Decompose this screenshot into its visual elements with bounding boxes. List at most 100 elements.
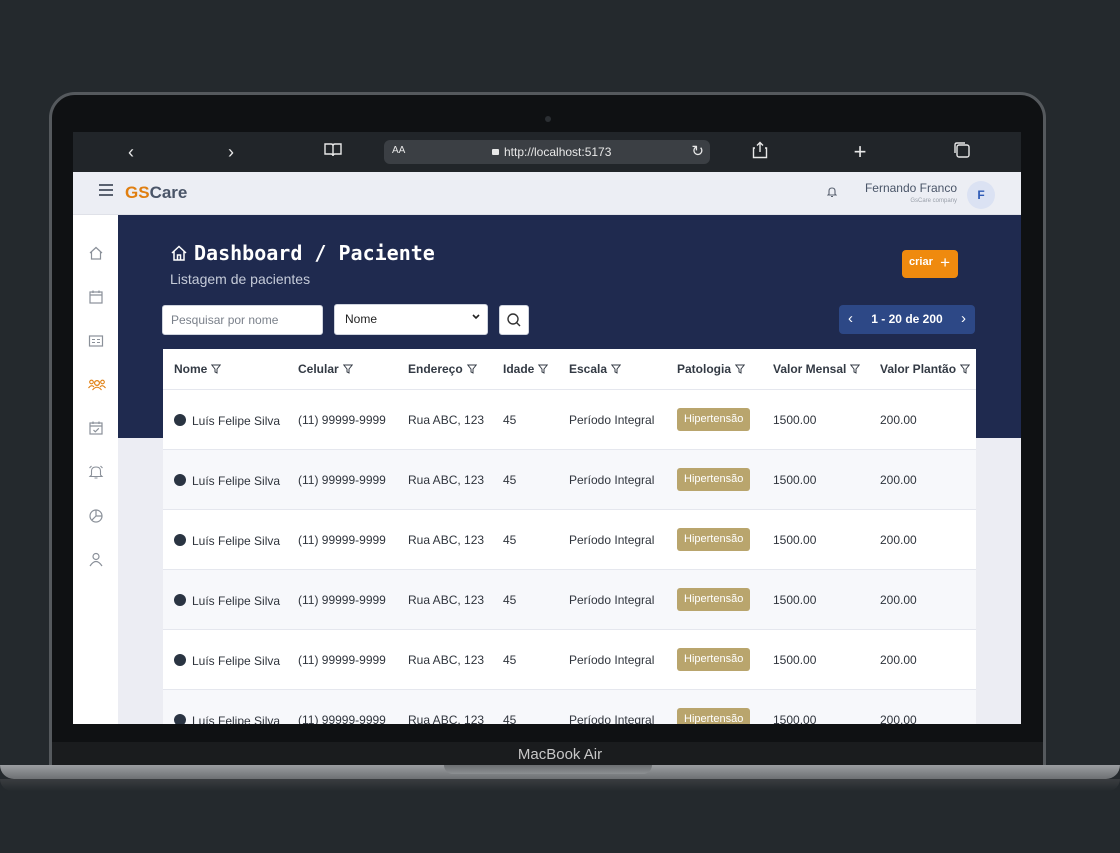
filter-icon[interactable] bbox=[342, 363, 353, 374]
table-row[interactable]: Luís Felipe Silva (11) 99999-9999 Rua ABC,… bbox=[163, 570, 976, 630]
calendar-icon[interactable] bbox=[88, 289, 104, 305]
home-breadcrumb-icon[interactable] bbox=[170, 243, 188, 261]
table-cell-escala: Período Integral bbox=[569, 413, 655, 427]
table-cell-nome: Luís Felipe Silva bbox=[174, 533, 280, 548]
filter-icon[interactable] bbox=[466, 363, 477, 374]
table-cell-endereco: Rua ABC, 123 bbox=[408, 473, 485, 487]
table-cell-idade: 45 bbox=[503, 533, 517, 547]
device-label: MacBook Air bbox=[517, 746, 603, 763]
bookmarks-icon[interactable] bbox=[322, 141, 344, 163]
table-cell-plantao: 200.00 bbox=[880, 653, 917, 667]
table-cell-mensal: 1500.00 bbox=[773, 593, 817, 607]
sidebar bbox=[73, 215, 118, 724]
table-cell-idade: 45 bbox=[503, 713, 517, 724]
next-page-icon[interactable]: › bbox=[961, 310, 966, 327]
reload-icon[interactable]: ↻ bbox=[691, 142, 704, 160]
tabs-overview-icon[interactable] bbox=[951, 141, 973, 163]
table-cell-nome: Luís Felipe Silva bbox=[174, 413, 280, 428]
table-row[interactable]: Luís Felipe Silva (11) 99999-9999 Rua ABC,… bbox=[163, 690, 976, 724]
table-cell-plantao: 200.00 bbox=[880, 593, 917, 607]
patients-icon[interactable] bbox=[88, 377, 106, 393]
column-header[interactable]: Celular bbox=[298, 362, 353, 376]
pagination-range: 1 - 20 de 200 bbox=[871, 312, 943, 326]
user-name: Fernando Franco bbox=[864, 181, 957, 195]
forward-icon[interactable]: › bbox=[220, 141, 242, 163]
alarm-bell-icon[interactable] bbox=[88, 464, 104, 480]
table-cell-idade: 45 bbox=[503, 653, 517, 667]
table-cell-escala: Período Integral bbox=[569, 473, 655, 487]
table-cell-celular: (11) 99999-9999 bbox=[298, 413, 386, 427]
calendar-check-icon[interactable] bbox=[88, 420, 104, 436]
filter-icon[interactable] bbox=[538, 363, 549, 374]
address-bar[interactable]: AA http://localhost:5173 ↻ bbox=[384, 140, 710, 164]
pathology-badge: Hipertensão bbox=[677, 588, 751, 611]
home-icon[interactable] bbox=[88, 245, 104, 261]
app-logo[interactable]: GSCare bbox=[125, 183, 187, 203]
filter-icon[interactable] bbox=[959, 363, 971, 374]
table-cell-celular: (11) 99999-9999 bbox=[298, 713, 386, 724]
patient-name: Luís Felipe Silva bbox=[192, 714, 281, 724]
filter-icon[interactable] bbox=[211, 363, 222, 374]
table-row[interactable]: Luís Felipe Silva (11) 99999-9999 Rua ABC,… bbox=[163, 510, 976, 570]
pagination: ‹ 1 - 20 de 200 › bbox=[839, 305, 975, 334]
filter-icon[interactable] bbox=[610, 363, 622, 374]
patient-name: Luís Felipe Silva bbox=[192, 654, 281, 668]
table-cell-nome: Luís Felipe Silva bbox=[174, 713, 280, 724]
avatar[interactable]: F bbox=[967, 181, 995, 209]
patient-avatar-icon bbox=[174, 474, 186, 486]
patient-name: Luís Felipe Silva bbox=[192, 414, 281, 428]
search-icon bbox=[507, 313, 521, 327]
column-header[interactable]: Escala bbox=[569, 362, 622, 376]
table-cell-idade: 45 bbox=[503, 593, 517, 607]
table-cell-plantao: 200.00 bbox=[880, 413, 917, 427]
table-cell-nome: Luís Felipe Silva bbox=[174, 473, 280, 488]
url-text: http://localhost:5173 bbox=[492, 145, 611, 159]
table-cell-escala: Período Integral bbox=[569, 593, 655, 607]
table-cell-escala: Período Integral bbox=[569, 653, 655, 667]
reader-mode-label[interactable]: AA bbox=[392, 145, 405, 156]
back-icon[interactable]: ‹ bbox=[120, 141, 142, 163]
filter-icon[interactable] bbox=[850, 363, 861, 374]
user-icon[interactable] bbox=[88, 551, 104, 567]
id-card-icon[interactable] bbox=[88, 333, 104, 349]
search-input[interactable]: Pesquisar por nome bbox=[162, 305, 323, 335]
column-header[interactable]: Valor Mensal bbox=[773, 362, 861, 376]
table-cell-mensal: 1500.00 bbox=[773, 413, 817, 427]
share-icon[interactable] bbox=[749, 141, 771, 163]
lock-icon bbox=[492, 149, 499, 155]
column-header[interactable]: Nome bbox=[174, 362, 222, 376]
laptop-base-shadow bbox=[0, 779, 1120, 791]
column-header[interactable]: Idade bbox=[503, 362, 549, 376]
column-header-label: Patologia bbox=[677, 362, 732, 376]
patient-name: Luís Felipe Silva bbox=[192, 534, 281, 548]
table-cell-endereco: Rua ABC, 123 bbox=[408, 533, 485, 547]
browser-toolbar: ‹ › AA http://localhost:5173 ↻ + bbox=[73, 132, 1021, 172]
column-header-label: Escala bbox=[569, 362, 608, 376]
column-header[interactable]: Endereço bbox=[408, 362, 477, 376]
new-tab-icon[interactable]: + bbox=[849, 141, 871, 163]
pie-chart-icon[interactable] bbox=[88, 508, 104, 524]
column-header[interactable]: Patologia bbox=[677, 362, 746, 376]
search-button[interactable] bbox=[499, 305, 529, 335]
table-cell-plantao: 200.00 bbox=[880, 473, 917, 487]
table-cell-celular: (11) 99999-9999 bbox=[298, 653, 386, 667]
filter-icon[interactable] bbox=[734, 363, 746, 374]
table-cell-endereco: Rua ABC, 123 bbox=[408, 653, 485, 667]
patients-table: Nome Celular Endereço Idade Escala Patologia V… bbox=[163, 349, 976, 724]
plus-icon: + bbox=[940, 253, 950, 272]
menu-icon[interactable] bbox=[99, 184, 113, 196]
notification-bell-icon[interactable] bbox=[826, 186, 838, 201]
select-value: Nome bbox=[345, 312, 378, 326]
table-cell-celular: (11) 99999-9999 bbox=[298, 533, 386, 547]
search-field-select[interactable]: Nome bbox=[334, 304, 488, 335]
table-cell-nome: Luís Felipe Silva bbox=[174, 593, 280, 608]
table-row[interactable]: Luís Felipe Silva (11) 99999-9999 Rua ABC,… bbox=[163, 390, 976, 450]
camera-dot bbox=[545, 116, 551, 122]
table-row[interactable]: Luís Felipe Silva (11) 99999-9999 Rua ABC,… bbox=[163, 450, 976, 510]
table-row[interactable]: Luís Felipe Silva (11) 99999-9999 Rua ABC,… bbox=[163, 630, 976, 690]
create-button[interactable]: criar + bbox=[902, 250, 958, 278]
pathology-badge: Hipertensão bbox=[677, 528, 751, 551]
column-header-label: Endereço bbox=[408, 362, 463, 376]
patient-name: Luís Felipe Silva bbox=[192, 474, 281, 488]
column-header[interactable]: Valor Plantão bbox=[880, 362, 971, 376]
